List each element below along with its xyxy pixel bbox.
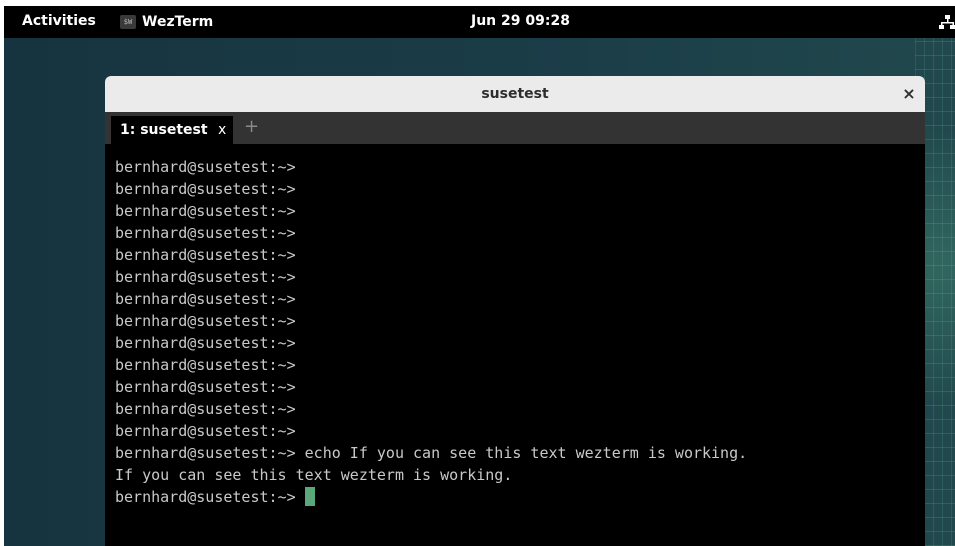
- new-tab-button[interactable]: +: [244, 116, 259, 137]
- terminal-line: bernhard@susetest:~>: [115, 158, 296, 176]
- app-menu[interactable]: $W WezTerm: [120, 13, 213, 31]
- terminal-line: bernhard@susetest:~>: [115, 334, 296, 352]
- window-title: susetest: [481, 86, 549, 102]
- terminal-line: bernhard@susetest:~>: [115, 378, 296, 396]
- terminal-line: bernhard@susetest:~> echo If you can see…: [115, 444, 748, 462]
- terminal-line: bernhard@susetest:~>: [115, 356, 296, 374]
- activities-button[interactable]: Activities: [22, 13, 96, 29]
- terminal-cursor: [304, 487, 315, 506]
- window-titlebar[interactable]: susetest ×: [105, 76, 925, 112]
- terminal-line: If you can see this text wezterm is work…: [115, 466, 513, 484]
- desktop: Activities $W WezTerm Jun 29 09:28 suset…: [4, 6, 955, 546]
- terminal-line: bernhard@susetest:~>: [115, 400, 296, 418]
- terminal-pane[interactable]: bernhard@susetest:~> bernhard@susetest:~…: [105, 144, 925, 546]
- tab-label: 1: susetest: [120, 122, 208, 138]
- close-tab-button[interactable]: x: [218, 122, 226, 138]
- terminal-prompt: bernhard@susetest:~>: [115, 488, 296, 506]
- tab-bar: 1: susetest x +: [105, 112, 925, 144]
- network-icon[interactable]: [939, 14, 955, 30]
- wezterm-app-icon: $W: [120, 15, 136, 29]
- terminal-line: bernhard@susetest:~>: [115, 422, 296, 440]
- wezterm-window: susetest × 1: susetest x + bernhard@suse…: [105, 76, 925, 546]
- app-name: WezTerm: [142, 14, 214, 30]
- terminal-line: bernhard@susetest:~>: [115, 246, 296, 264]
- close-window-button[interactable]: ×: [899, 84, 919, 104]
- top-bar: Activities $W WezTerm Jun 29 09:28: [4, 6, 955, 38]
- terminal-line: bernhard@susetest:~>: [115, 202, 296, 220]
- terminal-line: bernhard@susetest:~>: [115, 268, 296, 286]
- clock[interactable]: Jun 29 09:28: [471, 13, 570, 29]
- tab-susetest[interactable]: 1: susetest x: [111, 116, 233, 144]
- terminal-line: bernhard@susetest:~>: [115, 224, 296, 242]
- terminal-line: bernhard@susetest:~>: [115, 290, 296, 308]
- terminal-line: bernhard@susetest:~>: [115, 312, 296, 330]
- terminal-prompt-line: bernhard@susetest:~>: [115, 486, 315, 508]
- terminal-line: bernhard@susetest:~>: [115, 180, 296, 198]
